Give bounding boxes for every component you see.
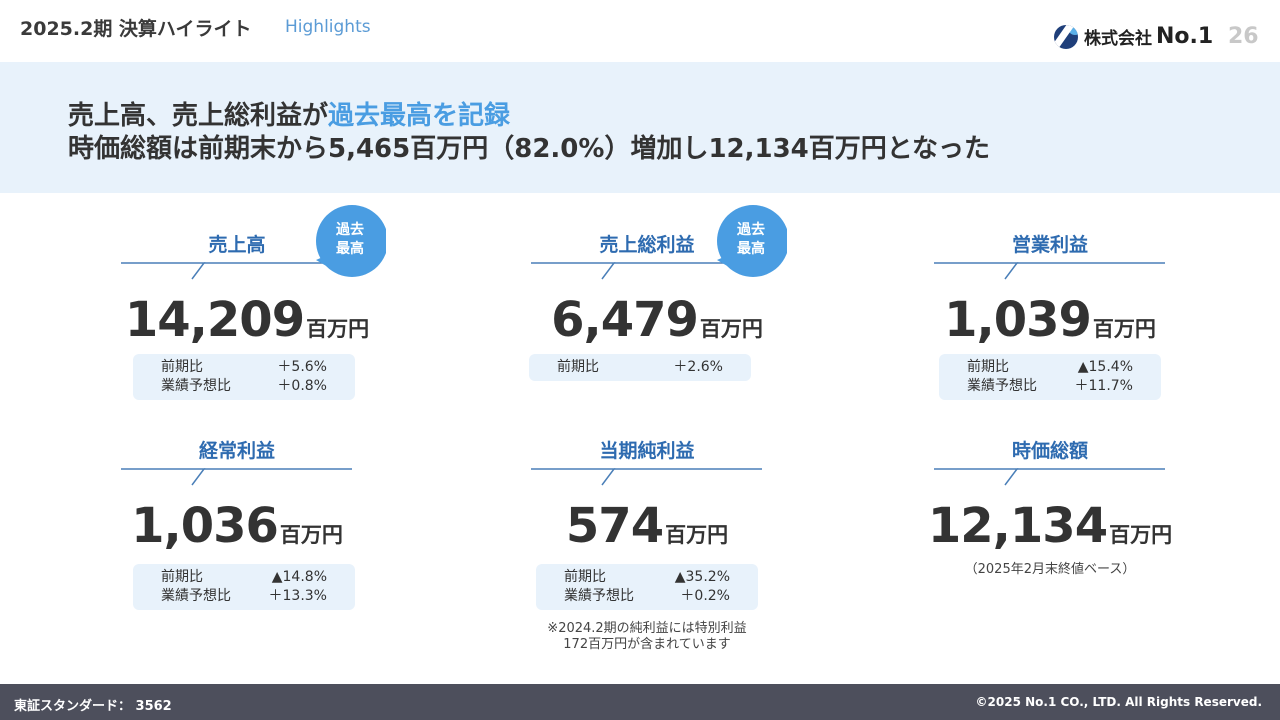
- comparison-row: 前期比 ＋2.6%: [557, 359, 723, 375]
- metric-number: 574: [565, 498, 664, 554]
- metric-comparison-box: 前期比 ＋2.6%: [529, 354, 751, 381]
- headline-banner: 売上高、売上総利益が過去最高を記録 時価総額は前期末から5,465百万円（82.…: [0, 62, 1280, 193]
- metric-comparison-box: 前期比 ▲35.2% 業績予想比 ＋0.2%: [536, 564, 758, 610]
- metric-unit: 百万円: [1092, 317, 1156, 341]
- metric-label: 当期純利益: [599, 440, 695, 462]
- metric-number: 12,134: [927, 498, 1108, 554]
- slide-subtitle: Highlights: [285, 17, 371, 37]
- metric-footnote: （2025年2月末終値ベース）: [964, 562, 1136, 577]
- metric-number: 14,209: [124, 292, 305, 348]
- metric-value: 1,036百万円: [112, 498, 362, 554]
- metric-number: 6,479: [551, 292, 699, 348]
- metric-comparison-box: 前期比 ▲14.8% 業績予想比 ＋13.3%: [133, 564, 355, 610]
- slide-footer: 東証スタンダード： 3562 ©2025 No.1 CO., LTD. All …: [0, 684, 1280, 720]
- company-logo: 株式会社 No.1: [1054, 24, 1213, 49]
- comparison-row: 業績予想比 ＋0.8%: [161, 378, 327, 394]
- metric-unit: 百万円: [1109, 523, 1173, 547]
- metric-number: 1,036: [131, 498, 279, 554]
- stock-listing: 東証スタンダード： 3562: [14, 699, 172, 714]
- metric-unit: 百万円: [306, 317, 370, 341]
- metric-unit: 百万円: [279, 523, 343, 547]
- badge-text: 過去 最高: [336, 222, 364, 257]
- metric-footnote: ※2024.2期の純利益には特別利益 172百万円が含まれています: [547, 621, 747, 652]
- metric-comparison-box: 前期比 ▲15.4% 業績予想比 ＋11.7%: [939, 354, 1161, 400]
- comparison-row: 業績予想比 ＋0.2%: [564, 588, 730, 604]
- headline-prefix: 売上高、売上総利益が: [68, 101, 329, 131]
- record-high-badge: 過去 最高: [314, 205, 388, 277]
- headline-line-1: 売上高、売上総利益が過去最高を記録: [68, 95, 510, 132]
- metric-value: 6,479百万円: [522, 292, 792, 348]
- metric-value: 574百万円: [522, 498, 772, 554]
- copyright: ©2025 No.1 CO., LTD. All Rights Reserved…: [975, 695, 1262, 709]
- metric-ordinary-profit: 経常利益 1,036百万円 前期比 ▲14.8% 業績予想比 ＋13.3%: [112, 436, 462, 636]
- record-high-badge: 過去 最高: [715, 205, 789, 277]
- badge-text: 過去 最高: [737, 222, 765, 257]
- slide-header: 2025.2期 決算ハイライト Highlights 株式会社 No.1 26: [0, 0, 1280, 62]
- comparison-row: 業績予想比 ＋13.3%: [161, 588, 327, 604]
- company-name: 株式会社: [1084, 29, 1152, 49]
- comparison-row: 前期比 ＋5.6%: [161, 359, 327, 375]
- metric-value: 12,134百万円: [925, 498, 1175, 554]
- company-no: No.1: [1156, 24, 1214, 49]
- metric-unit: 百万円: [699, 317, 763, 341]
- metric-gross-profit: 売上総利益 過去 最高 6,479百万円 前期比 ＋2.6%: [522, 205, 872, 430]
- metric-label: 経常利益: [198, 440, 275, 462]
- metric-net-sales: 売上高 過去 最高 14,209百万円 前期比 ＋5.6% 業績予想比 ＋0.8%: [112, 205, 462, 430]
- metric-operating-profit: 営業利益 1,039百万円 前期比 ▲15.4% 業績予想比 ＋11.7%: [925, 230, 1275, 430]
- page-number: 26: [1228, 24, 1259, 49]
- comparison-row: 前期比 ▲14.8%: [161, 569, 327, 585]
- logo-mark-icon: [1054, 24, 1078, 49]
- metric-comparison-box: 前期比 ＋5.6% 業績予想比 ＋0.8%: [133, 354, 355, 400]
- metric-market-cap: 時価総額 12,134百万円 （2025年2月末終値ベース）: [925, 436, 1275, 636]
- metric-net-income: 当期純利益 574百万円 前期比 ▲35.2% 業績予想比 ＋0.2% ※2024.…: [522, 436, 872, 652]
- metric-unit: 百万円: [665, 523, 729, 547]
- metric-label: 時価総額: [1011, 440, 1088, 462]
- comparison-row: 前期比 ▲35.2%: [564, 569, 730, 585]
- headline-line-2: 時価総額は前期末から5,465百万円（82.0%）増加し12,134百万円となっ…: [68, 134, 990, 164]
- comparison-row: 前期比 ▲15.4%: [967, 359, 1133, 375]
- slide-title: 2025.2期 決算ハイライト: [20, 18, 252, 40]
- comparison-row: 業績予想比 ＋11.7%: [967, 378, 1133, 394]
- metric-number: 1,039: [944, 292, 1092, 348]
- metric-value: 1,039百万円: [925, 292, 1175, 348]
- metric-value: 14,209百万円: [112, 292, 382, 348]
- metric-label: 営業利益: [1011, 234, 1088, 256]
- headline-highlight: 過去最高を記録: [328, 101, 511, 131]
